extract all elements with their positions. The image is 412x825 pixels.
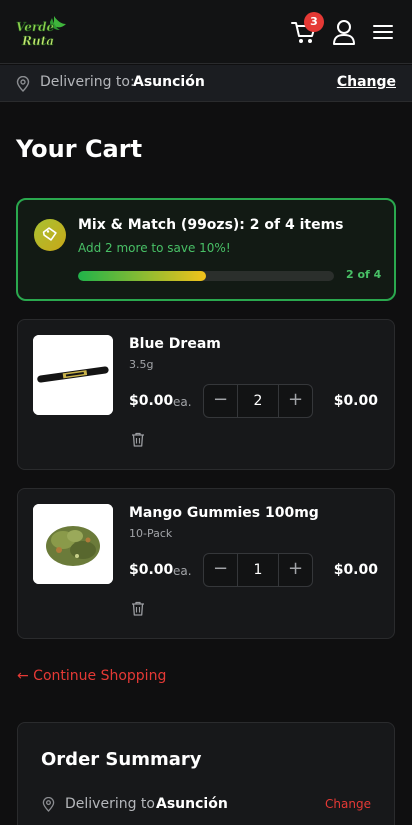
mix-match-promo: Mix & Match (99ozs): 2 of 4 items Add 2 …	[16, 198, 396, 301]
location-pin-icon	[42, 797, 55, 812]
summary-change-link[interactable]: Change	[325, 797, 371, 811]
top-header: Verde Ruta 3	[0, 0, 412, 64]
cart-item: Mango Gummies 100mg 10-Pack $0.00 ea. − …	[17, 488, 395, 639]
order-summary-title: Order Summary	[41, 749, 202, 770]
location-pin-icon	[16, 76, 30, 92]
unit-label: ea.	[173, 395, 192, 409]
trash-icon[interactable]	[131, 432, 145, 447]
change-location-link[interactable]: Change	[337, 74, 396, 90]
menu-icon[interactable]	[372, 22, 394, 42]
svg-text:Ruta: Ruta	[21, 34, 54, 48]
increase-quantity-button[interactable]: +	[278, 385, 312, 417]
unit-price: $0.00	[129, 393, 174, 409]
quantity-stepper: − 1 +	[203, 553, 313, 587]
delivery-city: Asunción	[133, 74, 205, 90]
tag-icon	[34, 219, 66, 251]
order-summary-card: Order Summary Delivering to Asunción Cha…	[17, 722, 395, 825]
brand-logo[interactable]: Verde Ruta	[14, 14, 68, 50]
product-name[interactable]: Mango Gummies 100mg	[129, 505, 319, 521]
product-size: 3.5g	[129, 358, 154, 371]
quantity-value[interactable]: 1	[239, 554, 277, 586]
increase-quantity-button[interactable]: +	[278, 554, 312, 586]
svg-text:Verde: Verde	[16, 20, 55, 34]
user-icon[interactable]	[332, 19, 356, 45]
continue-shopping-link[interactable]: ← Continue Shopping	[17, 668, 166, 684]
promo-progress-fill	[78, 271, 206, 281]
product-image[interactable]	[33, 335, 113, 415]
quantity-stepper: − 2 +	[203, 384, 313, 418]
promo-title: Mix & Match (99ozs): 2 of 4 items	[78, 217, 344, 233]
trash-icon[interactable]	[131, 601, 145, 616]
unit-price: $0.00	[129, 562, 174, 578]
product-image[interactable]	[33, 504, 113, 584]
summary-delivery-city: Asunción	[156, 796, 228, 812]
product-size: 10-Pack	[129, 527, 173, 540]
page-title: Your Cart	[16, 135, 143, 163]
cart-count-badge: 3	[304, 12, 324, 32]
decrease-quantity-button[interactable]: −	[204, 554, 238, 586]
quantity-value[interactable]: 2	[239, 385, 277, 417]
promo-progress-bar	[78, 271, 334, 281]
product-name[interactable]: Blue Dream	[129, 336, 221, 352]
summary-delivery-label: Delivering to	[65, 796, 155, 812]
line-total: $0.00	[333, 393, 378, 409]
decrease-quantity-button[interactable]: −	[204, 385, 238, 417]
promo-progress-label: 2 of 4	[346, 268, 382, 281]
delivery-label: Delivering to:	[40, 74, 135, 90]
line-total: $0.00	[333, 562, 378, 578]
cart-item: Blue Dream 3.5g $0.00 ea. − 2 + $0.00	[17, 319, 395, 470]
unit-label: ea.	[173, 564, 192, 578]
delivery-location-bar: Delivering to: Asunción Change	[0, 65, 412, 102]
promo-subtitle: Add 2 more to save 10%!	[78, 241, 231, 255]
